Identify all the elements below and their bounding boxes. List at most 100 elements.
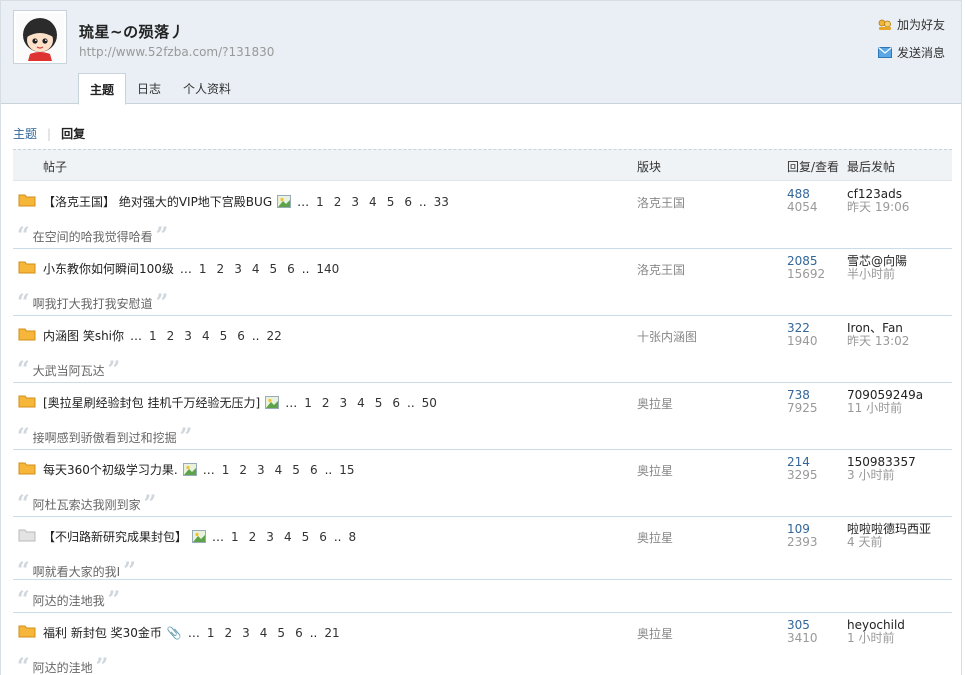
subnav-replies-link[interactable]: 回复 [61, 125, 85, 142]
page-link-last[interactable]: 22 [267, 329, 282, 343]
view-count: 4054 [787, 200, 818, 214]
tab-blog[interactable]: 日志 [126, 73, 172, 105]
quote-close-icon: ” [155, 222, 169, 249]
page-link[interactable]: 6 [319, 530, 327, 544]
page-link[interactable]: 5 [375, 396, 383, 410]
page-link[interactable]: 2 [217, 262, 225, 276]
table-row: 每天360个初级学习力果.… 1 2 3 4 5 6.. 15 奥拉星 214 3295 150983… [13, 450, 952, 517]
page-link[interactable]: 5 [220, 329, 228, 343]
tab-topics[interactable]: 主题 [78, 73, 127, 105]
header-post: 帖子 [43, 160, 68, 174]
forum-link[interactable]: 奥拉星 [637, 395, 673, 412]
topic-title-link[interactable]: 每天360个初级学习力果. [43, 461, 178, 478]
page-link[interactable]: 1 [222, 463, 230, 477]
page-link[interactable]: 3 [339, 396, 347, 410]
page-link[interactable]: 4 [260, 626, 268, 640]
topic-title-link[interactable]: 小东教你如何瞬间100级 [43, 260, 174, 277]
page-link-last[interactable]: 33 [434, 195, 449, 209]
reply-quote-text[interactable]: 阿达的洼地我 [33, 592, 105, 609]
page-link-last[interactable]: 50 [422, 396, 437, 410]
topic-title-link[interactable]: 福利 新封包 奖30金币 [43, 624, 162, 641]
page-link[interactable]: 1 [207, 626, 215, 640]
page-link[interactable]: 5 [269, 262, 277, 276]
quote-close-icon: ” [179, 423, 193, 450]
page-link-last[interactable]: 140 [316, 262, 339, 276]
page-link[interactable]: 6 [310, 463, 318, 477]
topic-title-link[interactable]: 【不归路新研究成果封包】 [43, 528, 187, 545]
last-post-time: 昨天 19:06 [847, 200, 910, 214]
forum-link[interactable]: 十张内涵图 [637, 328, 697, 345]
forum-link[interactable]: 奥拉星 [637, 625, 673, 642]
page-link[interactable]: 6 [295, 626, 303, 640]
reply-quote-text[interactable]: 阿杜瓦索达我刚到家 [33, 496, 141, 513]
page-link-last[interactable]: 8 [349, 530, 357, 544]
page-link[interactable]: 4 [275, 463, 283, 477]
page-link[interactable]: 6 [287, 262, 295, 276]
last-post-time: 3 小时前 [847, 468, 895, 482]
page-link[interactable]: 3 [242, 626, 250, 640]
page-link[interactable]: 6 [404, 195, 412, 209]
forum-link[interactable]: 奥拉星 [637, 529, 673, 546]
topic-title-line: 每天360个初级学习力果. … 1 2 3 4 5 6.. 15 [43, 461, 360, 478]
topic-title-line: [奥拉星刷经验封包 挂机千万经验无压力] … 1 2 3 4 5 6.. 50 [43, 394, 442, 411]
page-link[interactable]: 1 [304, 396, 312, 410]
page-link[interactable]: 3 [266, 530, 274, 544]
page-link[interactable]: 5 [302, 530, 310, 544]
send-message-button[interactable]: 发送消息 [877, 44, 945, 61]
page-link[interactable]: 4 [284, 530, 292, 544]
header-forum: 版块 [637, 160, 662, 174]
page-link[interactable]: 2 [225, 626, 233, 640]
page-link[interactable]: 1 [199, 262, 207, 276]
page-link[interactable]: 3 [234, 262, 242, 276]
page-link[interactable]: 6 [237, 329, 245, 343]
forum-link[interactable]: 奥拉星 [637, 462, 673, 479]
topic-title-link[interactable]: [奥拉星刷经验封包 挂机千万经验无压力] [43, 394, 260, 411]
quote-close-icon: ” [95, 653, 109, 675]
page-link[interactable]: 2 [334, 195, 342, 209]
reply-quote-text[interactable]: 接啊感到骄傲看到过和挖掘 [33, 429, 177, 446]
page-link-last[interactable]: 15 [339, 463, 354, 477]
add-friend-button[interactable]: 加为好友 [878, 16, 945, 33]
forum-link[interactable]: 洛克王国 [637, 261, 685, 278]
reply-quote: “啊我打大我打我安慰道” [17, 292, 168, 314]
reply-quote-text[interactable]: 大武当阿瓦达 [33, 362, 105, 379]
page-link[interactable]: 5 [277, 626, 285, 640]
page-link[interactable]: 5 [292, 463, 300, 477]
page-link-last[interactable]: 21 [324, 626, 339, 640]
page-link[interactable]: 2 [167, 329, 175, 343]
page-link[interactable]: 3 [351, 195, 359, 209]
page-link[interactable]: 2 [239, 463, 247, 477]
reply-quote: “阿杜瓦索达我刚到家” [17, 490, 157, 517]
tab-profile[interactable]: 个人资料 [172, 73, 242, 105]
page-link[interactable]: 4 [252, 262, 260, 276]
reply-quote-text[interactable]: 啊我打大我打我安慰道 [33, 295, 153, 312]
reply-quote-text[interactable]: 啊就看大家的我I [33, 563, 121, 580]
avatar[interactable] [13, 10, 67, 64]
page-link[interactable]: 2 [322, 396, 330, 410]
page-link[interactable]: 3 [184, 329, 192, 343]
topic-title-link[interactable]: 【洛克王国】 绝对强大的VIP地下宫殿BUG [43, 193, 272, 210]
page-link[interactable]: 1 [149, 329, 157, 343]
reply-quote-text[interactable]: 阿达的洼地 [33, 659, 93, 675]
reply-quote: “大武当阿瓦达” [17, 359, 120, 381]
page-link[interactable]: 3 [257, 463, 265, 477]
add-friend-icon [878, 19, 891, 30]
forum-link[interactable]: 洛克王国 [637, 194, 685, 211]
topic-title-link[interactable]: 内涵图 笑shi你 [43, 327, 124, 344]
quote-close-icon: ” [143, 490, 157, 517]
page-link[interactable]: 1 [231, 530, 239, 544]
reply-quote-text[interactable]: 在空间的哈我觉得哈看 [33, 228, 153, 245]
image-icon [265, 396, 280, 409]
subnav-topics-link[interactable]: 主题 [13, 125, 37, 142]
page-link[interactable]: 4 [369, 195, 377, 209]
user-name: 琉星~の殒落丿 [79, 23, 186, 41]
topic-title-line: 【洛克王国】 绝对强大的VIP地下宫殿BUG … 1 2 3 4 5 6.. 33 [43, 193, 454, 210]
user-url[interactable]: http://www.52fzba.com/?131830 [79, 45, 274, 59]
pagination-ellipsis: .. [324, 462, 333, 477]
page-link[interactable]: 4 [202, 329, 210, 343]
page-link[interactable]: 1 [316, 195, 324, 209]
page-link[interactable]: 4 [357, 396, 365, 410]
page-link[interactable]: 5 [387, 195, 395, 209]
page-link[interactable]: 6 [392, 396, 400, 410]
page-link[interactable]: 2 [249, 530, 257, 544]
